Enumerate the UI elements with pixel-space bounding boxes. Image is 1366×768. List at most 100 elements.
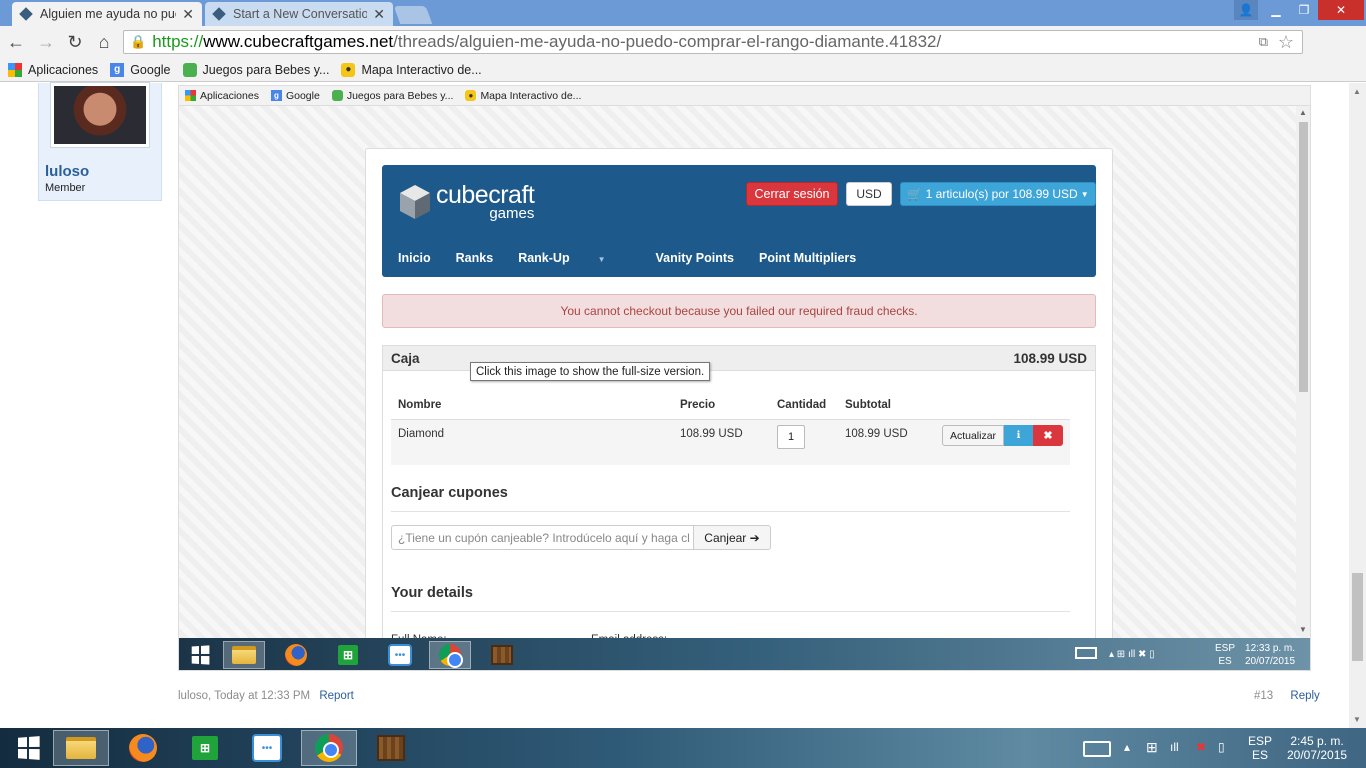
close-icon[interactable]: ✕ [373,6,385,23]
tab-inactive[interactable]: Start a New Conversation ✕ [205,2,393,26]
menu-item-label: Rank-Up [518,251,570,265]
cart-label: 1 articulo(s) por 108.99 USD [925,187,1078,201]
menu-item-point-multipliers[interactable]: Point Multipliers [759,251,856,265]
redeem-button[interactable]: Canjear ➔ [693,525,771,550]
minimize-icon[interactable]: ▁ [1262,0,1290,20]
remove-icon[interactable]: ✖ [1033,425,1063,446]
lock-icon: 🔒 [130,34,147,49]
inner-clock: 12:33 p. m. 20/07/2015 [1245,642,1295,668]
keyboard-icon[interactable] [1083,741,1111,757]
translate-icon[interactable]: ⧉ [1259,34,1268,50]
inner-bookmark: Juegos para Bebes y... [331,90,453,102]
bookmark-star-icon[interactable]: ☆ [1278,32,1294,53]
windows-start-icon[interactable] [0,730,56,766]
store-menu: Inicio Ranks Rank-Up ▼ Vanity Points Poin… [398,251,881,265]
language-indicator[interactable]: ESP ES [1248,734,1272,762]
menu-item-vanity-points[interactable]: Vanity Points [656,251,735,265]
signal-icon[interactable]: ıll [1170,740,1179,754]
post-meta: luloso, Today at 12:33 PM [178,690,311,702]
new-tab-button[interactable] [393,6,433,24]
network-icon[interactable]: ⊞ [1146,740,1158,754]
col-header-price: Precio [680,399,716,411]
avatar[interactable] [51,83,149,147]
menu-item-inicio[interactable]: Inicio [398,251,431,265]
scroll-down-icon[interactable]: ▼ [1353,715,1361,724]
store-app-icon: ⊞ [327,641,369,669]
cart-button[interactable]: 🛒 1 articulo(s) por 108.99 USD ▼ [900,182,1096,206]
lang-code: ESP [1215,643,1236,654]
post-actions: #13 Reply [1254,690,1320,702]
teamspeak-icon: ••• [379,641,421,669]
volume-muted-icon[interactable]: ✖ [1196,740,1206,754]
cubecraft-logo: cubecraft games [398,183,535,221]
reply-link[interactable]: Reply [1290,690,1319,702]
scroll-thumb[interactable] [1352,573,1363,661]
image-tooltip: Click this image to show the full-size v… [470,362,711,381]
bookmark-label: Aplicaciones [200,89,259,102]
lang-sub: ES [1218,656,1232,667]
bookmark-label: Google [130,62,171,77]
checkout-total: 108.99 USD [1013,350,1087,366]
report-link[interactable]: Report [319,690,354,702]
tab-title: Start a New Conversation [233,7,368,21]
bookmark-google[interactable]: g Google [110,62,171,77]
info-icon[interactable]: ℹ [1004,425,1033,446]
bebes-icon [182,62,197,77]
username[interactable]: luloso [45,163,89,180]
inner-bookmark: ● Mapa Interactivo de... [465,90,581,102]
arrow-right-icon: ➔ [746,530,760,545]
file-explorer-icon[interactable] [53,730,109,766]
firefox-icon[interactable] [115,730,171,766]
inner-scrollbar: ▲ ▼ [1296,106,1310,636]
firefox-icon [275,641,317,669]
quantity-input[interactable]: 1 [777,425,805,449]
bookmarks-bar: Aplicaciones g Google Juegos para Bebes y… [0,58,1366,82]
page-scrollbar[interactable]: ▲ ▼ [1349,83,1366,728]
coupons-title: Canjear cupones [391,485,508,501]
currency-button[interactable]: USD [846,182,892,206]
store-navbar: cubecraft games Cerrar sesión USD 🛒 1 ar… [382,165,1096,277]
attached-screenshot[interactable]: Aplicaciones g Google Juegos para Bebes y… [178,85,1311,671]
google-icon: g [110,62,125,77]
bookmark-label: Juegos para Bebes y... [202,62,330,77]
close-icon[interactable]: ✕ [182,6,194,23]
home-icon[interactable]: ⌂ [94,32,114,52]
window-close-icon[interactable]: ✕ [1318,0,1364,20]
chevron-down-icon: ▼ [1080,189,1089,199]
clock[interactable]: 2:45 p. m. 20/07/2015 [1287,734,1347,762]
show-hidden-icons[interactable]: ▴ [1124,740,1130,754]
chrome-icon[interactable] [301,730,357,766]
post-footer: luloso, Today at 12:33 PM Report [178,690,354,702]
details-title: Your details [391,585,473,601]
cart-icon: 🛒 [907,187,926,201]
back-arrow-icon[interactable]: ← [6,32,26,52]
store-app-icon[interactable]: ⊞ [177,730,233,766]
tab-active[interactable]: Alguien me ayuda no pue ✕ [12,2,202,26]
chrome-icon [429,641,471,669]
bookmark-map[interactable]: ● Mapa Interactivo de... [341,62,482,77]
col-header-qty: Cantidad [777,399,827,411]
address-bar[interactable]: 🔒 https://www.cubecraftgames.net/threads… [123,30,1303,54]
apps-icon [185,90,196,101]
update-button[interactable]: Actualizar [942,425,1004,446]
bookmark-apps[interactable]: Aplicaciones [8,62,98,77]
maximize-icon[interactable]: ❐ [1290,0,1318,20]
menu-item-rank-up[interactable]: Rank-Up ▼ [518,251,630,265]
lang-sub: ES [1252,748,1269,762]
post-number[interactable]: #13 [1254,690,1273,702]
scroll-up-icon[interactable]: ▲ [1353,87,1361,96]
coupon-input[interactable]: ¿Tiene un cupón canjeable? Introdúcelo a… [391,525,694,550]
checkout-title: Caja [391,350,420,366]
apps-icon [8,62,22,77]
map-pin-icon: ● [465,90,477,101]
forward-arrow-icon[interactable]: → [36,32,56,52]
reload-icon[interactable]: ↻ [65,32,85,52]
user-icon[interactable]: 👤 [1234,0,1258,20]
url-host: www.cubecraftgames.net [203,32,394,51]
teamspeak-icon[interactable]: ••• [239,730,295,766]
bookmark-bebes[interactable]: Juegos para Bebes y... [182,62,330,77]
battery-icon[interactable]: ▯ [1218,740,1225,754]
menu-item-ranks[interactable]: Ranks [456,251,494,265]
logout-button[interactable]: Cerrar sesión [746,182,838,206]
minecraft-icon[interactable] [363,730,419,766]
